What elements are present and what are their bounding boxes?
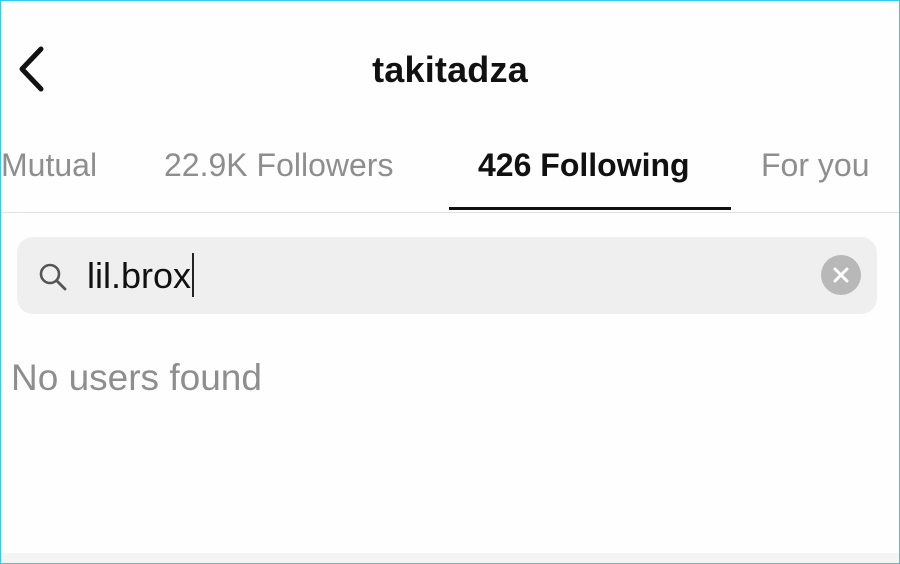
search-icon bbox=[39, 263, 67, 291]
no-results-message: No users found bbox=[11, 357, 262, 398]
tab-for-you[interactable]: For you bbox=[761, 147, 869, 184]
text-cursor bbox=[192, 253, 195, 298]
tab-following[interactable]: 426 Following bbox=[478, 147, 690, 184]
profile-username-title: takitadza bbox=[372, 49, 528, 90]
tabs-divider bbox=[1, 212, 899, 213]
tab-mutual[interactable]: Mutual bbox=[1, 147, 97, 184]
search-input[interactable]: lil.brox bbox=[87, 253, 195, 298]
active-tab-indicator bbox=[449, 207, 731, 210]
app-screen: takitadza Mutual 22.9K Followers 426 Fol… bbox=[0, 0, 900, 564]
tab-followers[interactable]: 22.9K Followers bbox=[164, 147, 393, 184]
search-input-value: lil.brox bbox=[87, 255, 192, 296]
search-bar[interactable]: lil.brox bbox=[17, 237, 877, 314]
bottom-edge bbox=[1, 553, 899, 563]
clear-icon bbox=[833, 267, 849, 283]
clear-search-button[interactable] bbox=[821, 255, 861, 295]
follow-tabs: Mutual 22.9K Followers 426 Following For… bbox=[1, 141, 899, 211]
